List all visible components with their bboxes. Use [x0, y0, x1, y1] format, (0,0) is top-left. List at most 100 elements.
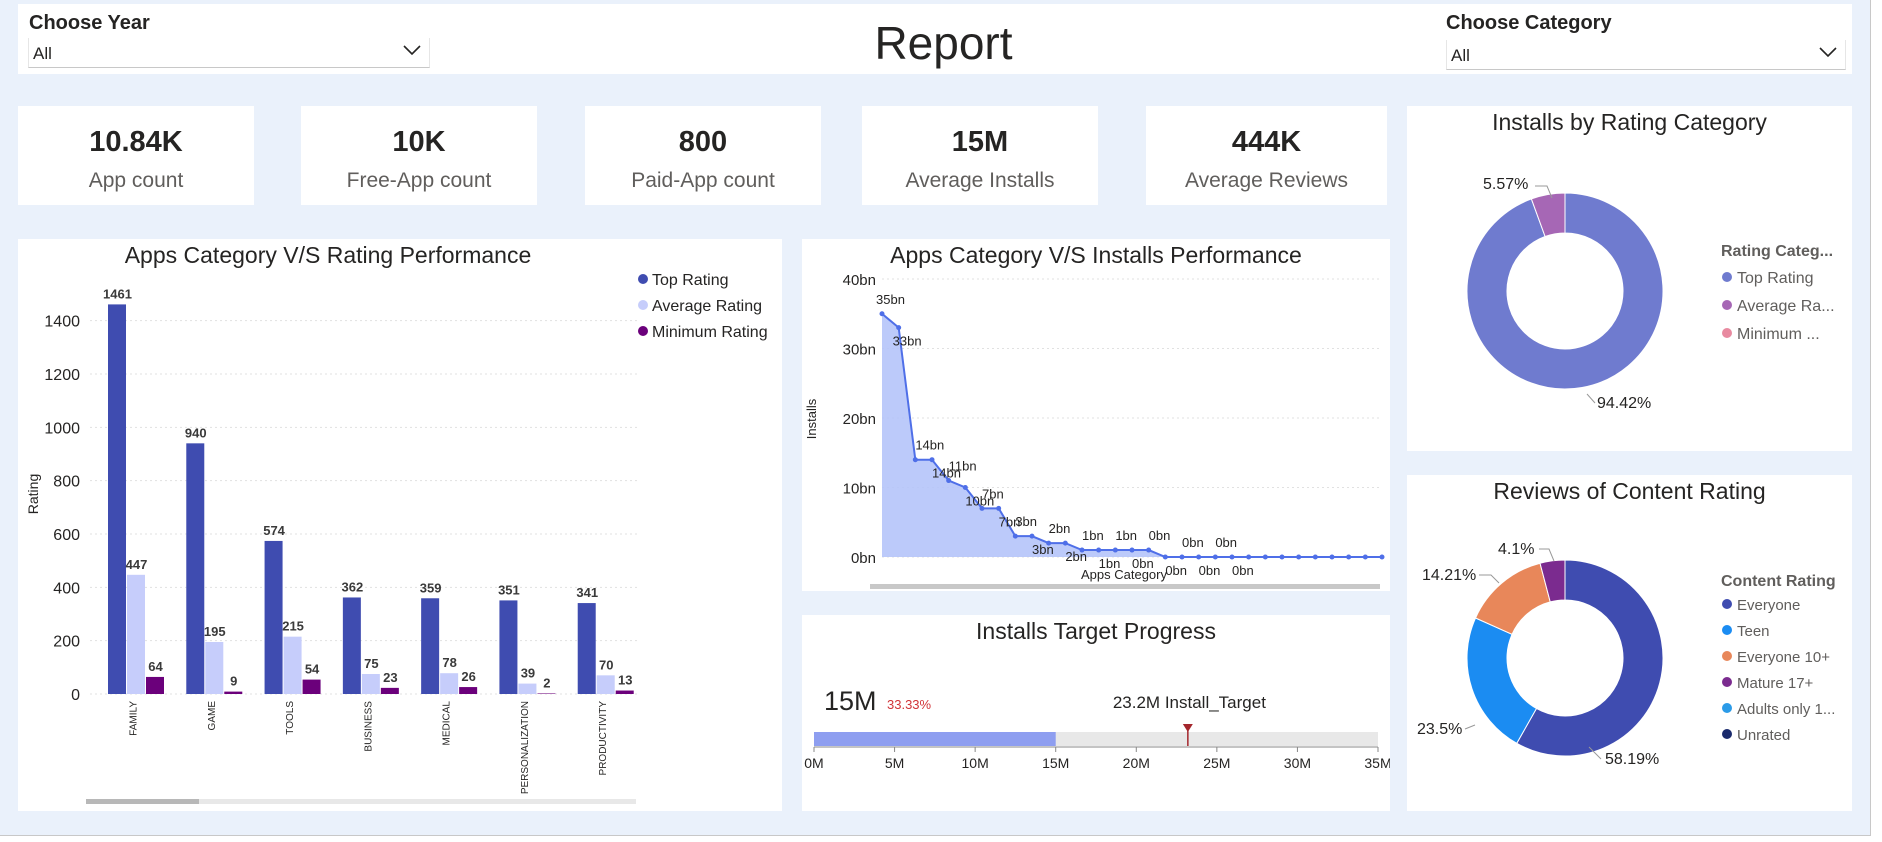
- legend-marker: [1722, 651, 1732, 661]
- kpi-value: 15M: [951, 126, 1009, 158]
- bar-top-rating: [186, 443, 205, 694]
- point-label: 3bn: [1015, 514, 1037, 529]
- data-label: 362: [342, 579, 364, 594]
- data-label: 70: [599, 657, 613, 672]
- kpi-value: 444K: [1231, 126, 1302, 158]
- data-point: [1312, 554, 1318, 560]
- legend-label: Average Rating: [652, 298, 762, 315]
- tick-label: 5M: [885, 755, 904, 771]
- data-point: [912, 457, 918, 463]
- data-point: [1029, 533, 1035, 539]
- scrollbar-thumb: [86, 799, 199, 804]
- data-label: 78: [442, 655, 456, 670]
- chevron-down-icon[interactable]: [1819, 46, 1837, 58]
- data-point: [1146, 547, 1152, 553]
- y-axis-title: Rating: [25, 474, 41, 514]
- data-label: 351: [498, 582, 520, 597]
- y-tick-label: 800: [53, 474, 80, 491]
- installs-target-visual[interactable]: Installs Target Progress 15M 33.33% 23.2M …: [802, 615, 1390, 811]
- point-label: 35bn: [876, 292, 905, 307]
- category-dropdown[interactable]: All: [1446, 40, 1846, 70]
- y-tick-label: 30bn: [843, 342, 876, 359]
- point-label: 0bn: [1165, 563, 1187, 578]
- bar-top-rating: [264, 540, 283, 694]
- point-label: 0bn: [1182, 535, 1204, 550]
- installs-performance-visual[interactable]: Apps Category V/S Installs Performance 0…: [802, 239, 1390, 591]
- x-tick-label: MEDICAL: [442, 701, 453, 746]
- point-label: 0bn: [1149, 528, 1171, 543]
- installs-by-rating-visual[interactable]: Installs by Rating Category 5.57% 94.42% R…: [1407, 106, 1852, 451]
- data-label: 9: [230, 674, 237, 689]
- leader-line: [1479, 574, 1500, 584]
- slice-label: 4.1%: [1498, 541, 1534, 558]
- legend-marker: [1722, 599, 1732, 609]
- x-tick-label: GAME: [207, 701, 218, 731]
- data-point: [1296, 554, 1302, 560]
- legend-marker: [1722, 729, 1732, 739]
- point-label: 3bn: [1032, 542, 1054, 557]
- chevron-down-icon[interactable]: [403, 44, 421, 56]
- kpi-card-average-installs: 15M Average Installs: [862, 106, 1098, 205]
- data-point: [1196, 554, 1202, 560]
- kpi-value: 10.84K: [89, 126, 183, 158]
- point-label: 2bn: [1065, 549, 1087, 564]
- year-dropdown-value: All: [33, 44, 52, 63]
- kpi-label: Free-App count: [346, 169, 492, 192]
- data-point: [1379, 554, 1385, 560]
- target-value: 15M: [824, 686, 877, 716]
- y-tick-label: 1000: [44, 420, 80, 437]
- point-label: 14bn: [915, 438, 944, 453]
- tick-label: 35M: [1364, 755, 1390, 771]
- y-tick-label: 40bn: [843, 272, 876, 289]
- bar-average-rating: [440, 673, 459, 694]
- year-dropdown[interactable]: All: [28, 38, 430, 68]
- data-point: [1179, 554, 1185, 560]
- bar-minimum-rating: [380, 687, 399, 694]
- data-label: 26: [461, 669, 475, 684]
- reviews-content-rating-visual[interactable]: Reviews of Content Rating 4.1% 14.21% 23.5…: [1407, 475, 1852, 811]
- report-canvas: Choose Year All Report Choose Category A…: [0, 0, 1871, 836]
- x-tick-label: FAMILY: [129, 701, 140, 736]
- rating-bar-chart: 0 200 400 600 800 1000 1200 1400 Rating 1461 447 64…: [25, 272, 768, 804]
- category-slicer: Choose Category All: [1444, 4, 1852, 74]
- data-point: [1346, 554, 1352, 560]
- data-label: 574: [263, 523, 285, 538]
- legend-title: Rating Categ...: [1721, 243, 1833, 260]
- bar-top-rating: [342, 597, 361, 694]
- data-point: [1012, 533, 1018, 539]
- slice-label: 14.21%: [1422, 567, 1476, 584]
- page-title: Report: [874, 17, 1013, 69]
- legend-marker: [1722, 677, 1732, 687]
- scrollbar-thumb: [870, 584, 1380, 589]
- bar-top-rating: [421, 598, 440, 694]
- slice-label: 23.5%: [1417, 721, 1462, 738]
- bar-top-rating: [108, 304, 126, 694]
- slice-label: 58.19%: [1605, 751, 1659, 768]
- tick-label: 15M: [1042, 755, 1069, 771]
- legend-marker: [638, 274, 648, 284]
- tick-label: 10M: [962, 755, 989, 771]
- point-label: 0bn: [1215, 535, 1237, 550]
- legend-label: Unrated: [1737, 727, 1790, 744]
- data-point: [1062, 540, 1068, 546]
- data-point: [1162, 554, 1168, 560]
- data-point: [1329, 554, 1335, 560]
- rating-performance-visual[interactable]: Apps Category V/S Rating Performance 0 20…: [18, 239, 782, 811]
- y-tick-label: 200: [53, 634, 80, 651]
- target-gauge: 15M 33.33% 23.2M Install_Target 0M 5M 10M 15M 2…: [804, 686, 1390, 771]
- kpi-label: Average Reviews: [1184, 169, 1349, 192]
- legend-label: Minimum ...: [1737, 326, 1820, 343]
- point-label: 33bn: [893, 334, 922, 349]
- content-donut-chart: 4.1% 14.21% 23.5% 58.19% Content Rating Every…: [1417, 541, 1836, 768]
- legend-label: Everyone: [1737, 597, 1800, 614]
- slice-label: 5.57%: [1483, 176, 1528, 193]
- point-label: 1bn: [1082, 528, 1104, 543]
- donut-slice: [1466, 617, 1538, 744]
- bar-minimum-rating: [302, 679, 321, 694]
- target-label: 23.2M Install_Target: [1113, 693, 1266, 712]
- legend-label: Mature 17+: [1737, 675, 1814, 692]
- y-tick-label: 400: [53, 580, 80, 597]
- data-label: 195: [204, 624, 226, 639]
- slice-label: 94.42%: [1597, 395, 1651, 412]
- y-tick-label: 0bn: [851, 550, 876, 567]
